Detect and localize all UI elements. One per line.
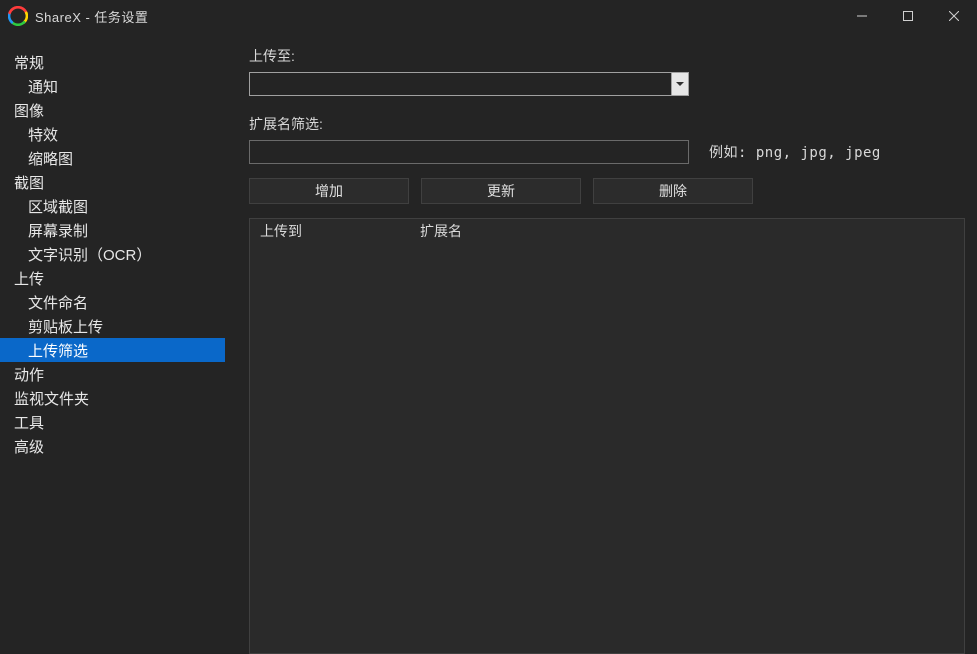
uploader-filter-table[interactable]: 上传到 扩展名	[249, 218, 965, 654]
ext-filter-label: 扩展名筛选:	[249, 114, 965, 134]
update-button[interactable]: 更新	[421, 178, 581, 204]
table-col-upload-to[interactable]: 上传到	[250, 221, 410, 241]
sidebar-item-label: 文字识别（OCR）	[28, 244, 151, 265]
sidebar-item-label: 监视文件夹	[14, 388, 89, 409]
sidebar-item-9[interactable]: 上传	[0, 266, 225, 290]
sidebar-item-6[interactable]: 区域截图	[0, 194, 225, 218]
sidebar-item-label: 动作	[14, 364, 44, 385]
main-panel: 上传至: 扩展名筛选: 例如: png, jpg, jpeg 增加 更新 删除 …	[225, 32, 977, 654]
table-col-extension[interactable]: 扩展名	[410, 221, 964, 241]
sidebar-item-label: 屏幕录制	[28, 220, 88, 241]
sidebar-item-label: 截图	[14, 172, 44, 193]
sidebar-item-label: 区域截图	[28, 196, 88, 217]
sidebar-item-0[interactable]: 常规	[0, 50, 225, 74]
maximize-button[interactable]	[885, 0, 931, 32]
sidebar: 常规通知图像特效缩略图截图区域截图屏幕录制文字识别（OCR） 上传文件命名剪贴板上…	[0, 32, 225, 654]
sidebar-item-label: 工具	[14, 412, 44, 433]
upload-to-dropdown-button[interactable]	[671, 72, 689, 96]
sidebar-item-label: 特效	[28, 124, 58, 145]
sidebar-item-label: 剪贴板上传	[28, 316, 103, 337]
sidebar-item-label: 缩略图	[28, 148, 73, 169]
sidebar-item-label: 文件命名	[28, 292, 88, 313]
sidebar-item-14[interactable]: 监视文件夹	[0, 386, 225, 410]
minimize-button[interactable]	[839, 0, 885, 32]
sidebar-item-11[interactable]: 剪贴板上传	[0, 314, 225, 338]
titlebar: ShareX - 任务设置	[0, 0, 977, 32]
add-button[interactable]: 增加	[249, 178, 409, 204]
sidebar-item-13[interactable]: 动作	[0, 362, 225, 386]
sidebar-item-12[interactable]: 上传筛选	[0, 338, 225, 362]
sidebar-item-1[interactable]: 通知	[0, 74, 225, 98]
app-icon	[8, 6, 28, 26]
sidebar-item-7[interactable]: 屏幕录制	[0, 218, 225, 242]
sidebar-item-label: 常规	[14, 52, 44, 73]
upload-to-combo[interactable]	[249, 72, 689, 96]
sidebar-item-3[interactable]: 特效	[0, 122, 225, 146]
sidebar-item-label: 图像	[14, 100, 44, 121]
sidebar-item-8[interactable]: 文字识别（OCR）	[0, 242, 225, 266]
sidebar-item-2[interactable]: 图像	[0, 98, 225, 122]
sidebar-item-4[interactable]: 缩略图	[0, 146, 225, 170]
sidebar-item-15[interactable]: 工具	[0, 410, 225, 434]
ext-filter-hint: 例如: png, jpg, jpeg	[709, 142, 881, 162]
window-title: ShareX - 任务设置	[35, 7, 148, 26]
upload-to-label: 上传至:	[249, 46, 965, 66]
ext-filter-input[interactable]	[249, 140, 689, 164]
sidebar-item-16[interactable]: 高级	[0, 434, 225, 458]
upload-to-input[interactable]	[249, 72, 671, 96]
sidebar-item-10[interactable]: 文件命名	[0, 290, 225, 314]
sidebar-item-label: 上传筛选	[28, 340, 88, 361]
table-header: 上传到 扩展名	[250, 219, 964, 243]
sidebar-item-5[interactable]: 截图	[0, 170, 225, 194]
sidebar-item-label: 高级	[14, 436, 44, 457]
close-button[interactable]	[931, 0, 977, 32]
delete-button[interactable]: 删除	[593, 178, 753, 204]
sidebar-item-label: 通知	[28, 76, 58, 97]
sidebar-item-label: 上传	[14, 268, 44, 289]
